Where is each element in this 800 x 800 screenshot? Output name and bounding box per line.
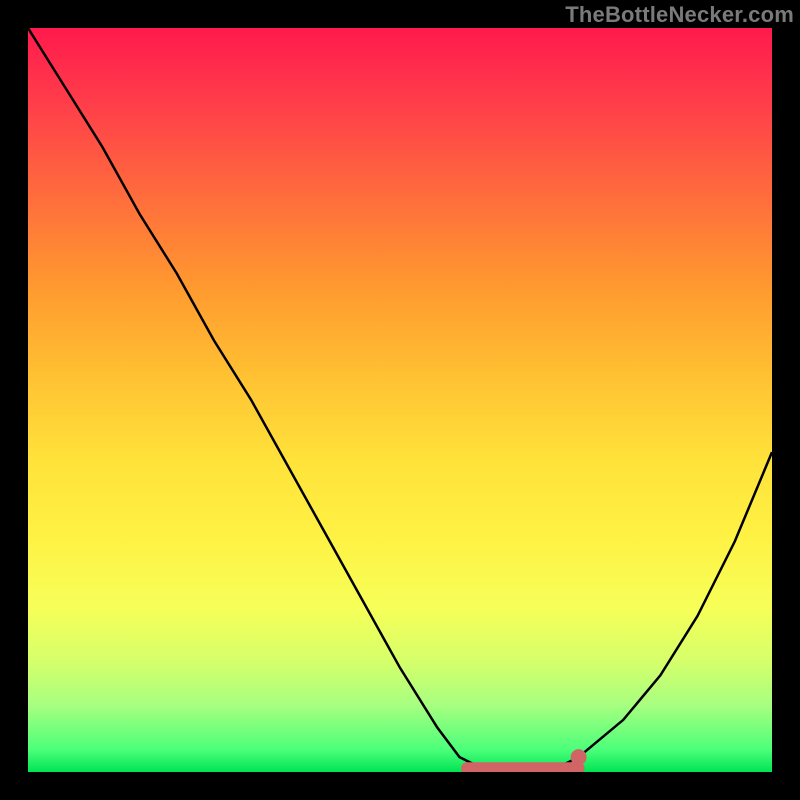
chart-plot-area <box>28 28 772 772</box>
watermark-text: TheBottleNecker.com <box>565 2 794 28</box>
marker-dot <box>571 749 587 765</box>
bottleneck-curve <box>28 28 772 772</box>
chart-curve-layer <box>28 28 772 772</box>
